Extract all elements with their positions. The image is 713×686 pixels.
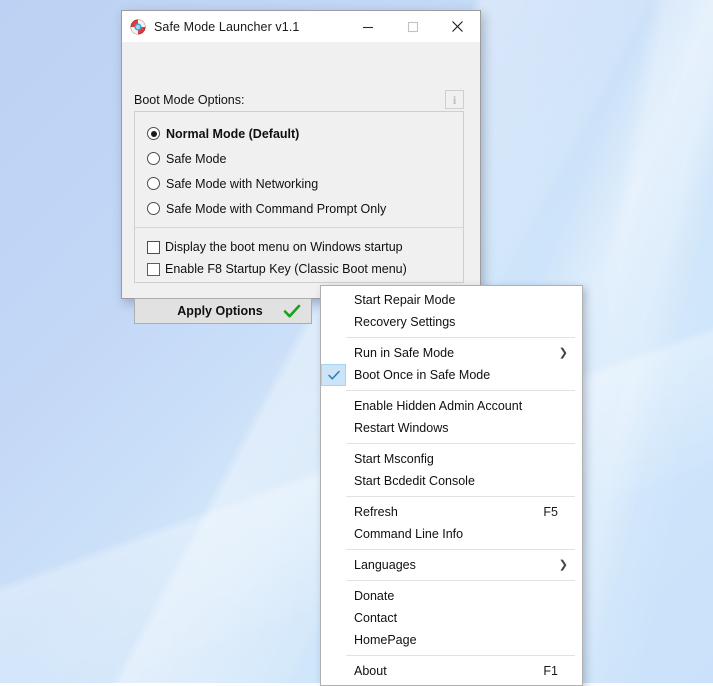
- radio-button-icon: [147, 127, 160, 140]
- menu-gutter: [321, 417, 346, 439]
- menu-item-run-in-safe-mode[interactable]: Run in Safe Mode ❯: [321, 342, 582, 364]
- checkbox-display-boot-menu[interactable]: Display the boot menu on Windows startup: [135, 236, 463, 258]
- radio-normal-mode[interactable]: Normal Mode (Default): [135, 121, 463, 146]
- menu-separator: [346, 337, 575, 338]
- menu-item-label: Run in Safe Mode: [354, 346, 455, 360]
- menu-item-label: Start Bcdedit Console: [354, 474, 475, 488]
- menu-separator: [346, 655, 575, 656]
- radio-label: Safe Mode with Command Prompt Only: [166, 201, 387, 216]
- radio-button-icon: [147, 202, 160, 215]
- green-check-icon: [282, 302, 302, 320]
- menu-item-shortcut: F5: [543, 505, 558, 519]
- menu-item-shortcut: F1: [543, 664, 558, 678]
- menu-gutter: [321, 523, 346, 545]
- menu-item-label: Languages: [354, 558, 416, 572]
- menu-gutter: [321, 554, 346, 576]
- menu-item-languages[interactable]: Languages ❯: [321, 554, 582, 576]
- menu-item-label: Start Msconfig: [354, 452, 434, 466]
- check-icon: [327, 370, 340, 380]
- checkbox-icon: [147, 262, 160, 276]
- radio-button-icon: [147, 177, 160, 190]
- menu-gutter: [321, 607, 346, 629]
- menu-item-label: Refresh: [354, 505, 398, 519]
- menu-item-homepage[interactable]: HomePage: [321, 629, 582, 651]
- maximize-icon: [407, 21, 418, 32]
- startup-options-group: Display the boot menu on Windows startup…: [135, 228, 463, 280]
- checkbox-icon: [147, 240, 160, 254]
- menu-separator: [346, 390, 575, 391]
- app-window: Safe Mode Launcher v1.1 Boot Mode Option…: [121, 10, 481, 324]
- menu-separator: [346, 443, 575, 444]
- menu-item-label: Contact: [354, 611, 398, 625]
- menu-item-label: Enable Hidden Admin Account: [354, 399, 523, 413]
- menu-gutter: [321, 311, 346, 333]
- title-bar[interactable]: Safe Mode Launcher v1.1: [122, 11, 480, 42]
- menu-item-enable-hidden-admin-account[interactable]: Enable Hidden Admin Account: [321, 395, 582, 417]
- info-icon: i: [452, 92, 457, 107]
- menu-item-boot-once-in-safe-mode[interactable]: Boot Once in Safe Mode: [321, 364, 582, 386]
- window-title: Safe Mode Launcher v1.1: [154, 19, 300, 34]
- radio-safe-mode-command-prompt[interactable]: Safe Mode with Command Prompt Only: [135, 196, 463, 221]
- menu-gutter: [321, 585, 346, 607]
- radio-label: Safe Mode: [166, 151, 227, 166]
- menu-item-label: Command Line Info: [354, 527, 464, 541]
- menu-gutter: [321, 289, 346, 311]
- lifebuoy-icon: [130, 19, 146, 35]
- menu-item-about[interactable]: About F1: [321, 660, 582, 682]
- checkbox-enable-f8-startup-key[interactable]: Enable F8 Startup Key (Classic Boot menu…: [135, 258, 463, 280]
- menu-item-label: About: [354, 664, 387, 678]
- menu-separator: [346, 549, 575, 550]
- menu-item-refresh[interactable]: Refresh F5: [321, 501, 582, 523]
- boot-mode-options-label: Boot Mode Options:: [134, 93, 245, 107]
- menu-item-label: Restart Windows: [354, 421, 449, 435]
- apply-options-button[interactable]: Apply Options: [134, 298, 312, 324]
- menu-item-restart-windows[interactable]: Restart Windows: [321, 417, 582, 439]
- minimize-button[interactable]: [345, 11, 390, 42]
- close-button[interactable]: [435, 11, 480, 42]
- menu-gutter: [321, 470, 346, 492]
- menu-item-start-repair-mode[interactable]: Start Repair Mode: [321, 289, 582, 311]
- menu-item-recovery-settings[interactable]: Recovery Settings: [321, 311, 582, 333]
- menu-gutter: [321, 501, 346, 523]
- menu-popup: Start Repair Mode Recovery Settings Run …: [320, 285, 583, 686]
- menu-gutter: [321, 364, 346, 386]
- radio-button-icon: [147, 152, 160, 165]
- radio-safe-mode-networking[interactable]: Safe Mode with Networking: [135, 171, 463, 196]
- menu-gutter: [321, 395, 346, 417]
- radio-label: Safe Mode with Networking: [166, 176, 319, 191]
- menu-gutter: [321, 342, 346, 364]
- chevron-right-icon: ❯: [558, 346, 568, 359]
- menu-gutter: [321, 448, 346, 470]
- info-button[interactable]: i: [445, 90, 464, 109]
- menu-item-command-line-info[interactable]: Command Line Info: [321, 523, 582, 545]
- menu-item-label: Start Repair Mode: [354, 293, 456, 307]
- menu-item-label: Boot Once in Safe Mode: [354, 368, 491, 382]
- caption-button-group: [345, 11, 480, 42]
- menu-item-start-bcdedit-console[interactable]: Start Bcdedit Console: [321, 470, 582, 492]
- close-icon: [452, 21, 463, 32]
- menu-separator: [346, 580, 575, 581]
- radio-safe-mode[interactable]: Safe Mode: [135, 146, 463, 171]
- apply-options-label: Apply Options: [177, 304, 263, 318]
- menu-item-label: Recovery Settings: [354, 315, 456, 329]
- minimize-icon: [362, 26, 373, 28]
- boot-mode-radio-group: Normal Mode (Default) Safe Mode Safe Mod…: [135, 112, 463, 227]
- checkbox-label: Display the boot menu on Windows startup: [165, 240, 403, 254]
- boot-mode-groupbox: Normal Mode (Default) Safe Mode Safe Mod…: [134, 111, 464, 283]
- menu-separator: [346, 496, 575, 497]
- menu-item-start-msconfig[interactable]: Start Msconfig: [321, 448, 582, 470]
- menu-item-label: Donate: [354, 589, 395, 603]
- maximize-button[interactable]: [390, 11, 435, 42]
- menu-item-label: HomePage: [354, 633, 417, 647]
- menu-gutter: [321, 629, 346, 651]
- checkbox-label: Enable F8 Startup Key (Classic Boot menu…: [165, 262, 407, 276]
- radio-label: Normal Mode (Default): [166, 126, 300, 141]
- menu-item-contact[interactable]: Contact: [321, 607, 582, 629]
- menu-item-donate[interactable]: Donate: [321, 585, 582, 607]
- chevron-right-icon: ❯: [558, 558, 568, 571]
- menu-gutter: [321, 660, 346, 682]
